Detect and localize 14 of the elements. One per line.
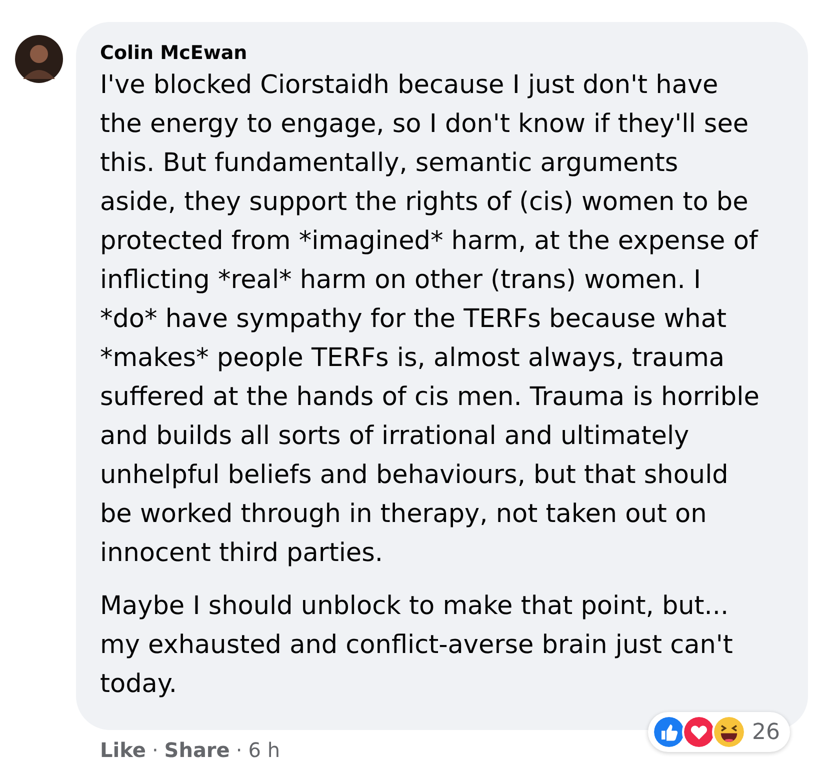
separator-dot: ·	[152, 738, 158, 762]
timestamp[interactable]: 6 h	[248, 738, 280, 762]
separator-dot: ·	[236, 738, 242, 762]
author-name[interactable]: Colin McEwan	[100, 40, 786, 66]
comment-text: I've blocked Ciorstaidh because I just don't have the energy to engage, so I don't know if they'll see this. But fundamentally, semantic arguments aside, they support the rights of (cis) women to be protected from *imagined* harm, at the expense of inflicting *real* harm on other (trans) women. I *do* have sympathy for the TERFs because what *makes* people TERFs is, almost always, trauma suffered at the hands of cis men. Trauma is horrible and builds all sorts of irrational and ultimately unhelpful beliefs and behaviours, but that should be worked through in therapy, not taken out on innocent third parties.	[100, 69, 760, 570]
laughing-face-icon	[712, 715, 746, 749]
action-link[interactable]: Like	[100, 738, 146, 762]
reaction-summary[interactable]: 26	[648, 712, 790, 752]
reaction-count: 26	[752, 720, 780, 744]
action-link[interactable]: Share	[164, 738, 230, 762]
heart-icon	[682, 715, 716, 749]
thumbs-up-icon	[652, 715, 686, 749]
avatar-icon[interactable]	[15, 35, 63, 83]
comment-text: Maybe I should unblock to make that point, but... my exhausted and conflict-averse brain just can't today.	[100, 590, 734, 701]
